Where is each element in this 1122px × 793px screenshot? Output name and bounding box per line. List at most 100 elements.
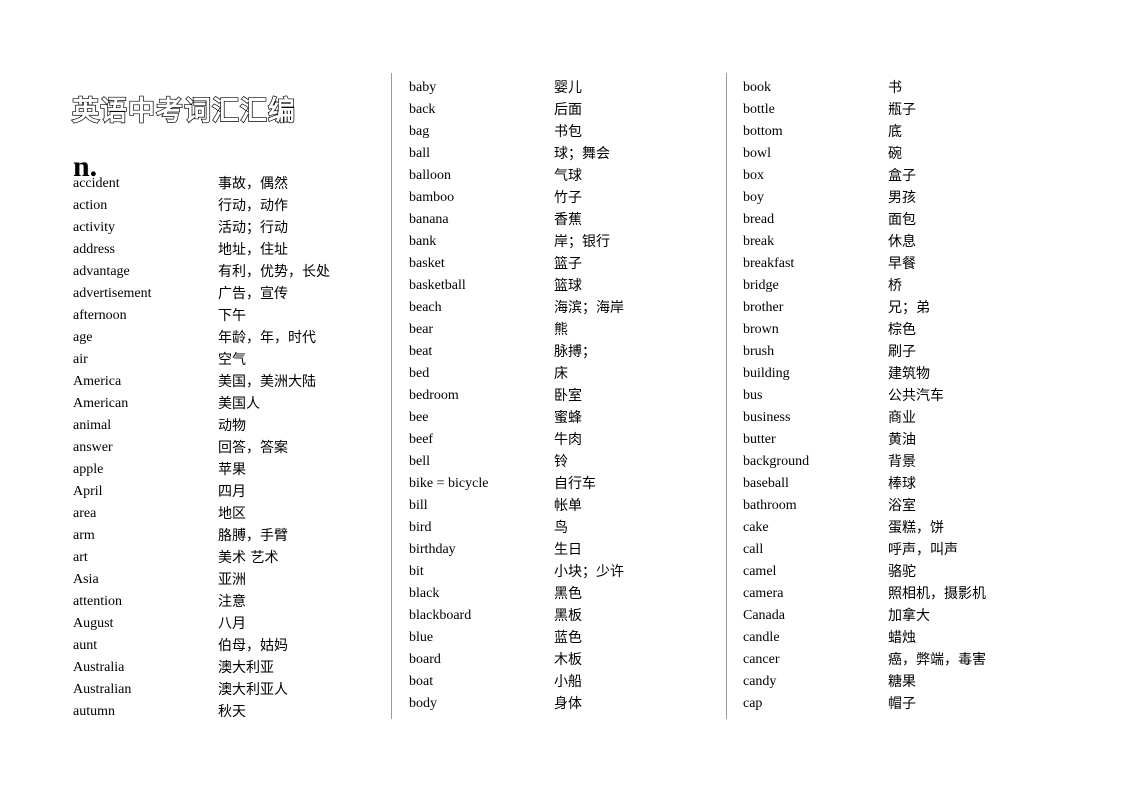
entry-word: bedroom [409, 388, 459, 403]
entry-meaning: 桥 [888, 278, 902, 294]
entry-word: answer [73, 440, 113, 455]
entry-word: building [743, 366, 790, 381]
entry-word: butter [743, 432, 776, 447]
entry-meaning: 黑色 [554, 586, 582, 602]
entry-word: baseball [743, 476, 789, 491]
entry-meaning: 后面 [554, 102, 582, 118]
entry-meaning: 男孩 [888, 190, 916, 206]
entry-word: cap [743, 696, 763, 711]
entry-meaning: 休息 [888, 234, 916, 250]
entry-word: bed [409, 366, 430, 381]
entry-meaning: 注意 [218, 594, 246, 610]
entry-meaning: 棕色 [888, 322, 916, 338]
column-divider-1 [391, 73, 392, 719]
entry-word: autumn [73, 704, 115, 719]
entry-word: bus [743, 388, 763, 403]
entry-word: Canada [743, 608, 785, 623]
entry-meaning: 卧室 [554, 388, 582, 404]
entry-meaning: 熊 [554, 322, 568, 338]
entry-meaning: 篮球 [554, 278, 582, 294]
entry-meaning: 面包 [888, 212, 916, 228]
entry-word: brother [743, 300, 784, 315]
entry-word: bag [409, 124, 430, 139]
entry-meaning: 呼声，叫声 [888, 542, 958, 558]
entry-meaning: 蓝色 [554, 630, 582, 646]
entry-meaning: 澳大利亚人 [218, 682, 288, 698]
entry-word: animal [73, 418, 112, 433]
entry-meaning: 苹果 [218, 462, 246, 478]
entry-word: activity [73, 220, 115, 235]
entry-word: attention [73, 594, 122, 609]
entry-word: camera [743, 586, 784, 601]
entry-meaning: 美术 艺术 [218, 550, 279, 566]
vocabulary-page: 英语中考词汇汇编 n. accident 事故，偶然 action 行动，动作 acti… [0, 0, 1122, 793]
entry-word: baby [409, 80, 437, 95]
entry-word: advertisement [73, 286, 152, 301]
entry-meaning: 牛肉 [554, 432, 582, 448]
entry-meaning: 小船 [554, 674, 582, 690]
entry-meaning: 胳膊，手臂 [218, 528, 288, 544]
entry-meaning: 活动；行动 [218, 220, 288, 236]
entry-meaning: 美国，美洲大陆 [218, 374, 316, 390]
entry-meaning: 床 [554, 366, 568, 382]
entry-meaning: 动物 [218, 418, 246, 434]
entry-word: air [73, 352, 88, 367]
entry-word: Australian [73, 682, 132, 697]
entry-meaning: 脉搏； [554, 344, 596, 360]
entry-word: blue [409, 630, 434, 645]
entry-meaning: 八月 [218, 616, 246, 632]
entry-word: accident [73, 176, 120, 191]
entry-meaning: 黑板 [554, 608, 582, 624]
entry-word: candle [743, 630, 780, 645]
entry-word: action [73, 198, 108, 213]
entry-word: black [409, 586, 440, 601]
entry-word: bill [409, 498, 428, 513]
entry-word: bee [409, 410, 429, 425]
entry-meaning: 公共汽车 [888, 388, 944, 404]
entry-meaning: 底 [888, 124, 902, 140]
entry-meaning: 岸；银行 [554, 234, 610, 250]
entry-meaning: 亚洲 [218, 572, 246, 588]
entry-word: basketball [409, 278, 466, 293]
entry-meaning: 婴儿 [554, 80, 582, 96]
entry-meaning: 回答，答案 [218, 440, 288, 456]
entry-meaning: 蜜蜂 [554, 410, 582, 426]
entry-meaning: 篮子 [554, 256, 582, 272]
column-divider-2 [726, 73, 727, 719]
entry-word: boy [743, 190, 764, 205]
entry-word: book [743, 80, 771, 95]
entry-word: board [409, 652, 441, 667]
entry-meaning: 盒子 [888, 168, 916, 184]
entry-meaning: 浴室 [888, 498, 916, 514]
entry-meaning: 帐单 [554, 498, 582, 514]
entry-meaning: 木板 [554, 652, 582, 668]
entry-meaning: 鸟 [554, 520, 568, 536]
entry-word: beach [409, 300, 442, 315]
entry-meaning: 书 [888, 80, 902, 96]
entry-meaning: 加拿大 [888, 608, 930, 624]
entry-word: bathroom [743, 498, 797, 513]
entry-word: bamboo [409, 190, 455, 205]
entry-word: April [73, 484, 103, 499]
entry-meaning: 骆驼 [888, 564, 916, 580]
entry-word: brush [743, 344, 775, 359]
entry-word: advantage [73, 264, 130, 279]
entry-meaning: 小块；少许 [554, 564, 624, 580]
entry-word: body [409, 696, 437, 711]
entry-word: background [743, 454, 810, 469]
entry-meaning: 秋天 [218, 704, 246, 720]
entry-word: break [743, 234, 775, 249]
entry-meaning: 碗 [888, 146, 902, 162]
entry-word: business [743, 410, 791, 425]
entry-word: apple [73, 462, 104, 477]
entry-word: afternoon [73, 308, 127, 323]
entry-meaning: 气球 [554, 168, 582, 184]
entry-meaning: 蜡烛 [888, 630, 916, 646]
entry-meaning: 年龄，年，时代 [218, 330, 316, 346]
entry-word: aunt [73, 638, 98, 653]
entry-word: bridge [743, 278, 779, 293]
entry-meaning: 糖果 [888, 674, 916, 690]
entry-meaning: 香蕉 [554, 212, 582, 228]
entry-meaning: 棒球 [888, 476, 916, 492]
entry-meaning: 球；舞会 [554, 146, 610, 162]
